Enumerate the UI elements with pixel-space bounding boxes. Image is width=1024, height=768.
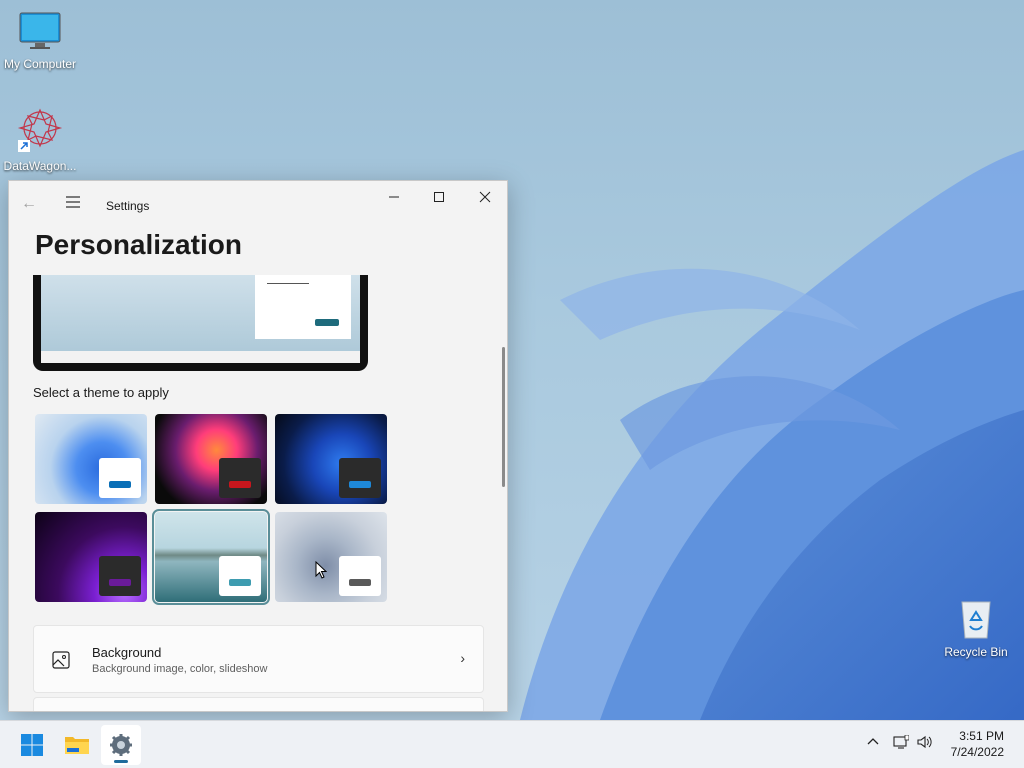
monitor-icon xyxy=(0,12,80,55)
theme-tile-captured-motion[interactable] xyxy=(35,512,147,602)
system-clock[interactable]: 3:51 PM 7/24/2022 xyxy=(951,728,1004,760)
file-explorer-button[interactable] xyxy=(57,725,97,765)
theme-grid xyxy=(33,414,393,610)
recycle-bin-icon xyxy=(936,596,1016,643)
theme-tile-flow[interactable] xyxy=(275,512,387,602)
theme-tile-sunrise-lake[interactable] xyxy=(152,509,270,605)
windows-logo-icon xyxy=(21,734,43,756)
desktop-icon-my-computer[interactable]: My Computer xyxy=(0,12,80,71)
back-arrow-icon[interactable]: ← xyxy=(21,195,37,213)
background-card-subtitle: Background image, color, slideshow xyxy=(92,663,268,675)
next-setting-card[interactable] xyxy=(33,697,484,711)
minimize-icon xyxy=(389,196,399,198)
page-title: Personalization xyxy=(35,229,242,260)
active-app-indicator xyxy=(114,760,128,763)
desktop-icon-label: Recycle Bin xyxy=(944,645,1008,659)
preview-taskbar xyxy=(41,351,360,363)
preview-window-card xyxy=(255,275,351,339)
clock-date: 7/24/2022 xyxy=(950,745,1004,759)
chevron-up-icon[interactable] xyxy=(866,735,880,749)
scrollbar-thumb[interactable] xyxy=(502,347,505,487)
theme-preview xyxy=(33,275,368,371)
folder-icon xyxy=(65,737,89,754)
theme-tile-dark-bloom[interactable] xyxy=(275,414,387,504)
background-card-title: Background xyxy=(92,645,162,660)
window-titlebar[interactable]: ← Settings xyxy=(9,181,507,229)
taskbar: 3:51 PM 7/24/2022 xyxy=(0,720,1024,768)
hamburger-menu-icon[interactable] xyxy=(65,195,81,214)
desktop-icon-label: DataWagon... xyxy=(3,159,77,173)
chevron-right-icon: › xyxy=(460,650,465,666)
datawagon-logo-icon xyxy=(0,106,80,157)
desktop-icon-datawagon[interactable]: DataWagon... xyxy=(0,106,80,173)
maximize-button[interactable] xyxy=(416,181,462,213)
background-setting-card[interactable]: Background Background image, color, slid… xyxy=(33,625,484,693)
theme-section-label: Select a theme to apply xyxy=(33,385,169,400)
close-button[interactable] xyxy=(462,181,507,213)
volume-icon[interactable] xyxy=(917,735,933,752)
desktop-icon-label: My Computer xyxy=(3,57,77,71)
gear-icon xyxy=(110,734,132,756)
clock-time: 3:51 PM xyxy=(959,729,1004,743)
minimize-button[interactable] xyxy=(371,181,417,213)
settings-window: ← Settings Personalization Select a them… xyxy=(8,180,508,712)
settings-taskbar-button[interactable] xyxy=(101,725,141,765)
maximize-icon xyxy=(434,192,444,202)
start-button[interactable] xyxy=(12,725,52,765)
close-icon xyxy=(479,191,491,203)
window-title: Settings xyxy=(106,199,150,213)
desktop-icon-recycle-bin[interactable]: Recycle Bin xyxy=(936,596,1016,659)
theme-tile-light-bloom[interactable] xyxy=(35,414,147,504)
network-icon[interactable] xyxy=(893,734,910,752)
mouse-cursor-icon xyxy=(315,560,328,584)
theme-tile-glow[interactable] xyxy=(155,414,267,504)
settings-content: Select a theme to apply Background Backg… xyxy=(9,275,507,711)
image-icon xyxy=(52,651,70,674)
